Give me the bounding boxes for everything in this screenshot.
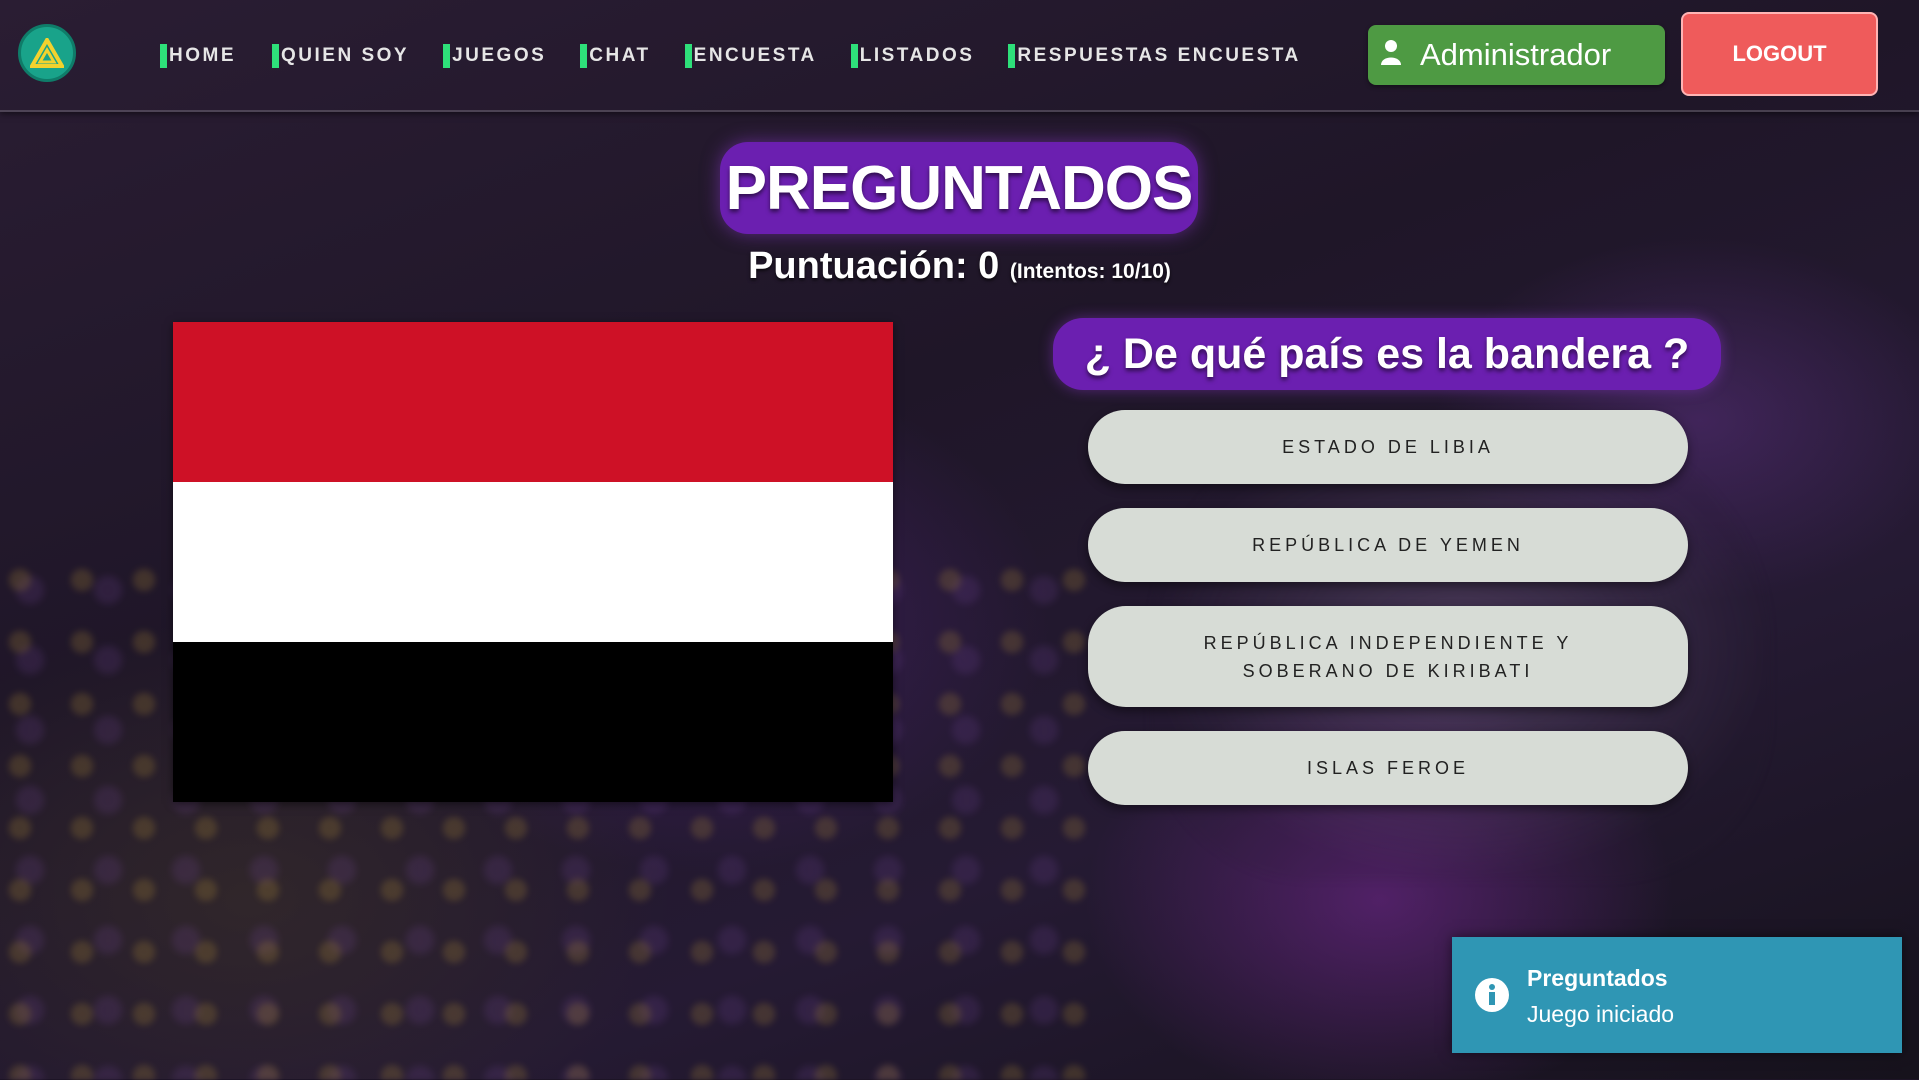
answer-option[interactable]: ESTADO DE LIBIA [1088, 410, 1688, 484]
toast-message: Juego iniciado [1527, 1001, 1675, 1027]
game-title: PREGUNTADOS [720, 142, 1198, 234]
triangle-logo-icon[interactable] [18, 24, 76, 82]
score-label: Puntuación: 0 [748, 245, 1000, 287]
answer-option[interactable]: REPÚBLICA INDEPENDIENTE Y SOBERANO DE KI… [1088, 606, 1688, 707]
flag-stripe-top [173, 322, 893, 482]
question-text: ¿ De qué país es la bandera ? [1053, 318, 1721, 390]
info-icon [1474, 977, 1510, 1018]
nav-link-chat[interactable]: CHAT [580, 44, 650, 68]
nav-link-listados[interactable]: LISTADOS [850, 44, 975, 68]
nav-link-quien-soy[interactable]: QUIEN SOY [272, 44, 409, 68]
nav-links: HOME QUIEN SOY JUEGOS CHAT ENCUESTA LIST… [160, 44, 1301, 68]
nav-link-home[interactable]: HOME [160, 44, 236, 68]
flag-image [173, 322, 893, 802]
nav-link-juegos[interactable]: JUEGOS [443, 44, 546, 68]
toast-title: Preguntados [1527, 965, 1668, 991]
flag-stripe-middle [173, 482, 893, 642]
logout-button[interactable]: LOGOUT [1681, 12, 1878, 96]
navbar: HOME QUIEN SOY JUEGOS CHAT ENCUESTA LIST… [0, 0, 1919, 112]
nav-link-respuestas-encuesta[interactable]: RESPUESTAS ENCUESTA [1008, 44, 1300, 68]
toast-notification[interactable]: Preguntados Juego iniciado [1452, 937, 1902, 1053]
answer-option[interactable]: REPÚBLICA DE YEMEN [1088, 508, 1688, 582]
answer-option[interactable]: ISLAS FEROE [1088, 731, 1688, 805]
attempts-label: (Intentos: 10/10) [1009, 260, 1171, 283]
flag-stripe-bottom [173, 642, 893, 802]
user-icon [1380, 37, 1402, 73]
user-button[interactable]: Administrador [1368, 25, 1665, 85]
score-display: Puntuación: 0 (Intentos: 10/10) [0, 245, 1919, 288]
nav-link-encuesta[interactable]: ENCUESTA [684, 44, 817, 68]
user-label: Administrador [1420, 37, 1612, 72]
